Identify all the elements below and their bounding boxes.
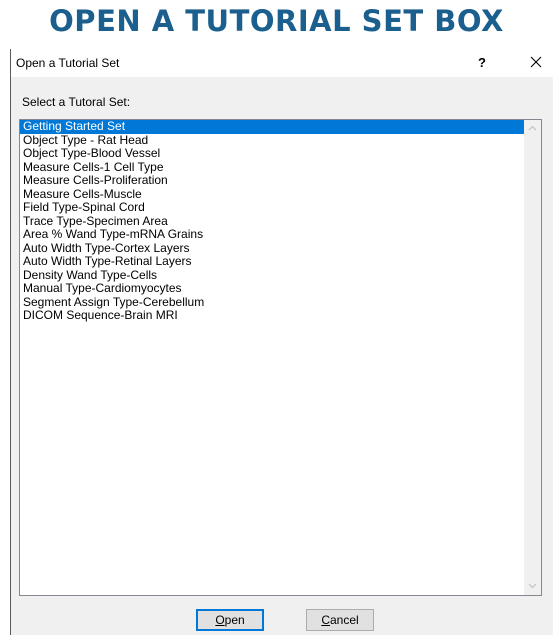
list-item[interactable]: Field Type-Spinal Cord	[20, 201, 525, 215]
scroll-up-button[interactable]	[524, 120, 541, 137]
chevron-down-icon	[528, 583, 537, 589]
page-heading: OPEN A TUTORIAL SET BOX	[49, 4, 504, 38]
page: OPEN A TUTORIAL SET BOX Open a Tutorial …	[0, 0, 553, 635]
help-button[interactable]: ?	[469, 51, 495, 75]
tutorial-set-listbox[interactable]: Getting Started Set Object Type - Rat Hea…	[19, 119, 542, 596]
list-item[interactable]: Object Type - Rat Head	[20, 134, 525, 148]
close-button[interactable]	[521, 51, 551, 75]
list-item[interactable]: Manual Type-Cardiomyocytes	[20, 282, 525, 296]
open-button[interactable]: Open	[196, 609, 264, 631]
list-item[interactable]: Measure Cells-Proliferation	[20, 174, 525, 188]
list-item[interactable]: Object Type-Blood Vessel	[20, 147, 525, 161]
list-item[interactable]: Area % Wand Type-mRNA Grains	[20, 228, 525, 242]
tutorial-set-list: Getting Started Set Object Type - Rat Hea…	[20, 120, 525, 323]
dialog-titlebar: Open a Tutorial Set ?	[11, 49, 553, 77]
cancel-accelerator: C	[321, 613, 330, 627]
list-item[interactable]: Auto Width Type-Retinal Layers	[20, 255, 525, 269]
cancel-button[interactable]: Cancel	[306, 609, 374, 631]
list-item[interactable]: Density Wand Type-Cells	[20, 269, 525, 283]
scroll-down-button[interactable]	[524, 578, 541, 595]
dialog-title: Open a Tutorial Set	[16, 56, 120, 70]
cancel-label-rest: ancel	[329, 613, 359, 627]
open-accelerator: O	[215, 613, 225, 627]
list-item[interactable]: Auto Width Type-Cortex Layers	[20, 242, 525, 256]
list-item[interactable]: Getting Started Set	[20, 120, 525, 134]
list-item[interactable]: Segment Assign Type-Cerebellum	[20, 296, 525, 310]
list-item[interactable]: Measure Cells-1 Cell Type	[20, 161, 525, 175]
open-label-rest: pen	[224, 613, 245, 627]
vertical-scrollbar[interactable]	[524, 120, 541, 595]
list-item[interactable]: DICOM Sequence-Brain MRI	[20, 309, 525, 323]
list-item[interactable]: Measure Cells-Muscle	[20, 188, 525, 202]
select-tutorial-set-label: Select a Tutoral Set:	[22, 95, 131, 109]
open-tutorial-set-dialog: Open a Tutorial Set ? Select a Tutoral S…	[10, 49, 553, 635]
chevron-up-icon	[528, 125, 537, 131]
list-item[interactable]: Trace Type-Specimen Area	[20, 215, 525, 229]
close-icon	[530, 56, 542, 68]
